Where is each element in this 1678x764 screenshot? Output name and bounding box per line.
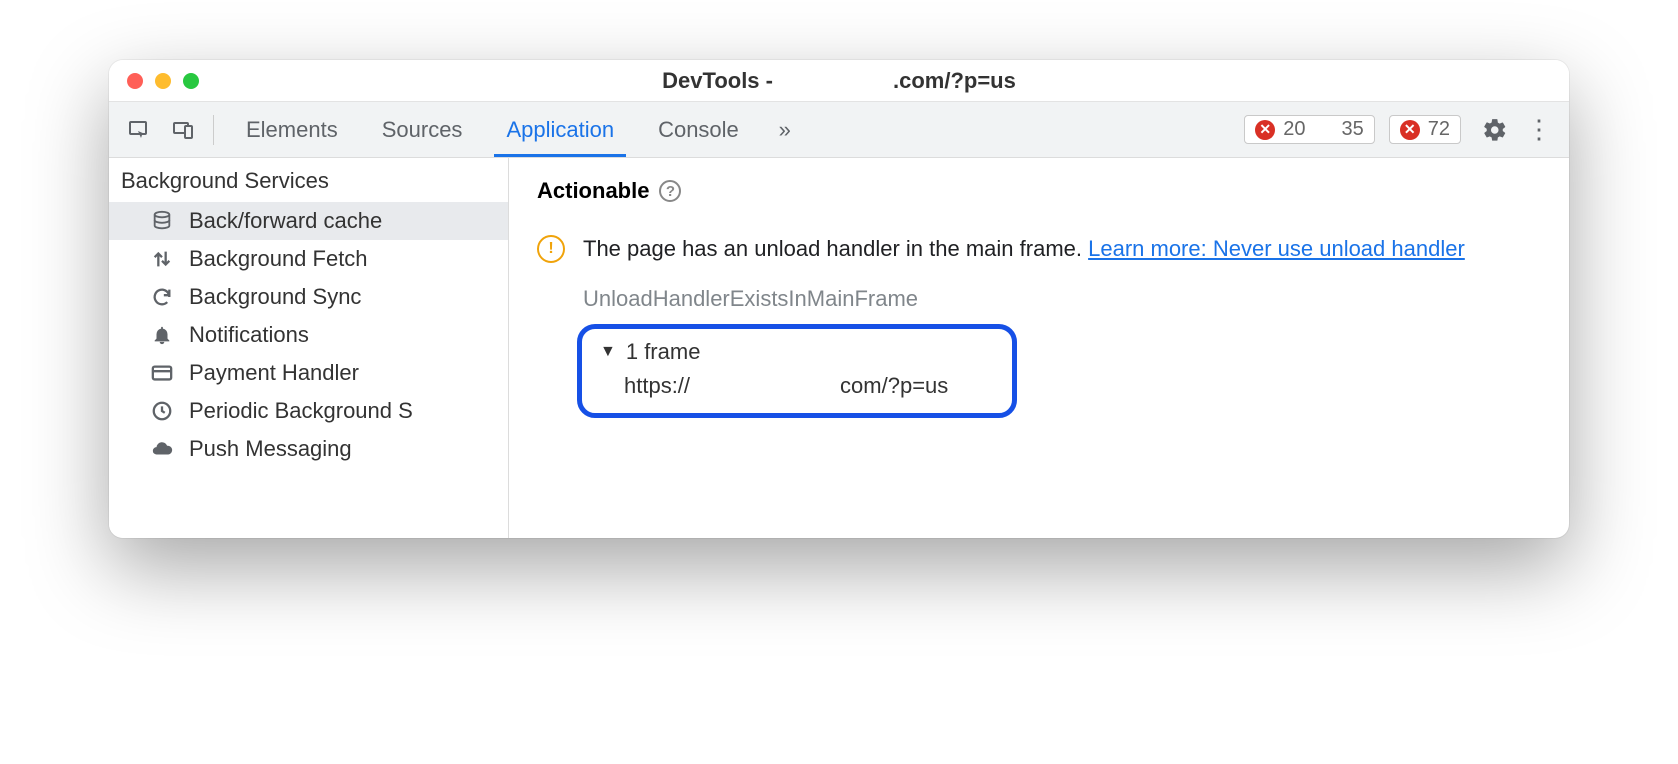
window-title: DevTools - .com/?p=us: [109, 68, 1569, 94]
issue-description: The page has an unload handler in the ma…: [583, 232, 1465, 266]
panel-tabs: Elements Sources Application Console: [224, 102, 761, 157]
tab-elements[interactable]: Elements: [224, 102, 360, 157]
help-icon[interactable]: ?: [659, 180, 681, 202]
console-status-badge[interactable]: ✕ 20 ▲ 35: [1244, 115, 1375, 144]
settings-icon[interactable]: [1475, 110, 1515, 150]
sync-icon: [149, 284, 175, 310]
bell-icon: [149, 322, 175, 348]
sidebar-item-label: Push Messaging: [189, 436, 352, 462]
sidebar-item-payment-handler[interactable]: Payment Handler: [109, 354, 508, 392]
learn-more-link[interactable]: Learn more: Never use unload handler: [1088, 236, 1465, 261]
section-title-text: Actionable: [537, 178, 649, 204]
frame-url-suffix: com/?p=us: [840, 373, 948, 399]
sidebar-item-background-fetch[interactable]: Background Fetch: [109, 240, 508, 278]
inspect-element-icon[interactable]: [119, 110, 159, 150]
issue-error-icon: ✕: [1400, 120, 1420, 140]
tab-sources[interactable]: Sources: [360, 102, 485, 157]
minimize-window-button[interactable]: [155, 73, 171, 89]
toolbar-separator: [213, 115, 214, 145]
card-icon: [149, 360, 175, 386]
clock-icon: [149, 398, 175, 424]
warning-count: 35: [1342, 118, 1364, 141]
issues-badge[interactable]: ✕ 72: [1389, 115, 1461, 144]
frame-expander[interactable]: ▼ 1 frame: [600, 339, 994, 365]
frame-count-label: 1 frame: [626, 339, 701, 365]
warning-icon: ▲: [1314, 120, 1334, 140]
database-icon: [149, 208, 175, 234]
issue-text-body: The page has an unload handler in the ma…: [583, 236, 1088, 261]
sidebar-item-label: Payment Handler: [189, 360, 359, 386]
issue-row: ! The page has an unload handler in the …: [537, 232, 1541, 266]
sidebar-item-back-forward-cache[interactable]: Back/forward cache: [109, 202, 508, 240]
frame-url[interactable]: https:// com/?p=us: [600, 365, 994, 399]
tab-console[interactable]: Console: [636, 102, 761, 157]
frame-highlight-box: ▼ 1 frame https:// com/?p=us: [577, 324, 1017, 418]
content-pane: Actionable ? ! The page has an unload ha…: [509, 158, 1569, 538]
sidebar-item-background-sync[interactable]: Background Sync: [109, 278, 508, 316]
close-window-button[interactable]: [127, 73, 143, 89]
warning-circle-icon: !: [537, 235, 565, 263]
devtools-window: DevTools - .com/?p=us Elements Sources A…: [109, 60, 1569, 538]
sidebar-item-periodic-background-sync[interactable]: Periodic Background S: [109, 392, 508, 430]
sidebar-item-label: Background Sync: [189, 284, 361, 310]
issue-count: 72: [1428, 118, 1450, 141]
updown-arrows-icon: [149, 246, 175, 272]
cloud-icon: [149, 436, 175, 462]
error-count: 20: [1283, 118, 1305, 141]
device-toolbar-icon[interactable]: [163, 110, 203, 150]
maximize-window-button[interactable]: [183, 73, 199, 89]
section-title: Actionable ?: [537, 178, 1541, 204]
window-title-suffix: .com/?p=us: [893, 68, 1016, 94]
disclosure-triangle-icon: ▼: [600, 343, 616, 361]
sidebar-item-push-messaging[interactable]: Push Messaging: [109, 430, 508, 468]
frame-url-prefix: https://: [624, 373, 690, 399]
sidebar-item-label: Notifications: [189, 322, 309, 348]
tab-application[interactable]: Application: [484, 102, 636, 157]
sidebar-item-notifications[interactable]: Notifications: [109, 316, 508, 354]
sidebar-item-label: Back/forward cache: [189, 208, 382, 234]
traffic-lights: [109, 73, 199, 89]
sidebar-item-label: Periodic Background S: [189, 398, 413, 424]
sidebar: Background Services Back/forward cache B…: [109, 158, 509, 538]
sidebar-section-header: Background Services: [109, 158, 508, 202]
sidebar-item-label: Background Fetch: [189, 246, 368, 272]
error-icon: ✕: [1255, 120, 1275, 140]
window-title-prefix: DevTools -: [662, 68, 773, 94]
issue-reason: UnloadHandlerExistsInMainFrame: [583, 286, 1541, 312]
more-tabs-icon[interactable]: »: [765, 110, 805, 150]
titlebar: DevTools - .com/?p=us: [109, 60, 1569, 102]
kebab-menu-icon[interactable]: ⋮: [1519, 110, 1559, 150]
toolbar: Elements Sources Application Console » ✕…: [109, 102, 1569, 158]
